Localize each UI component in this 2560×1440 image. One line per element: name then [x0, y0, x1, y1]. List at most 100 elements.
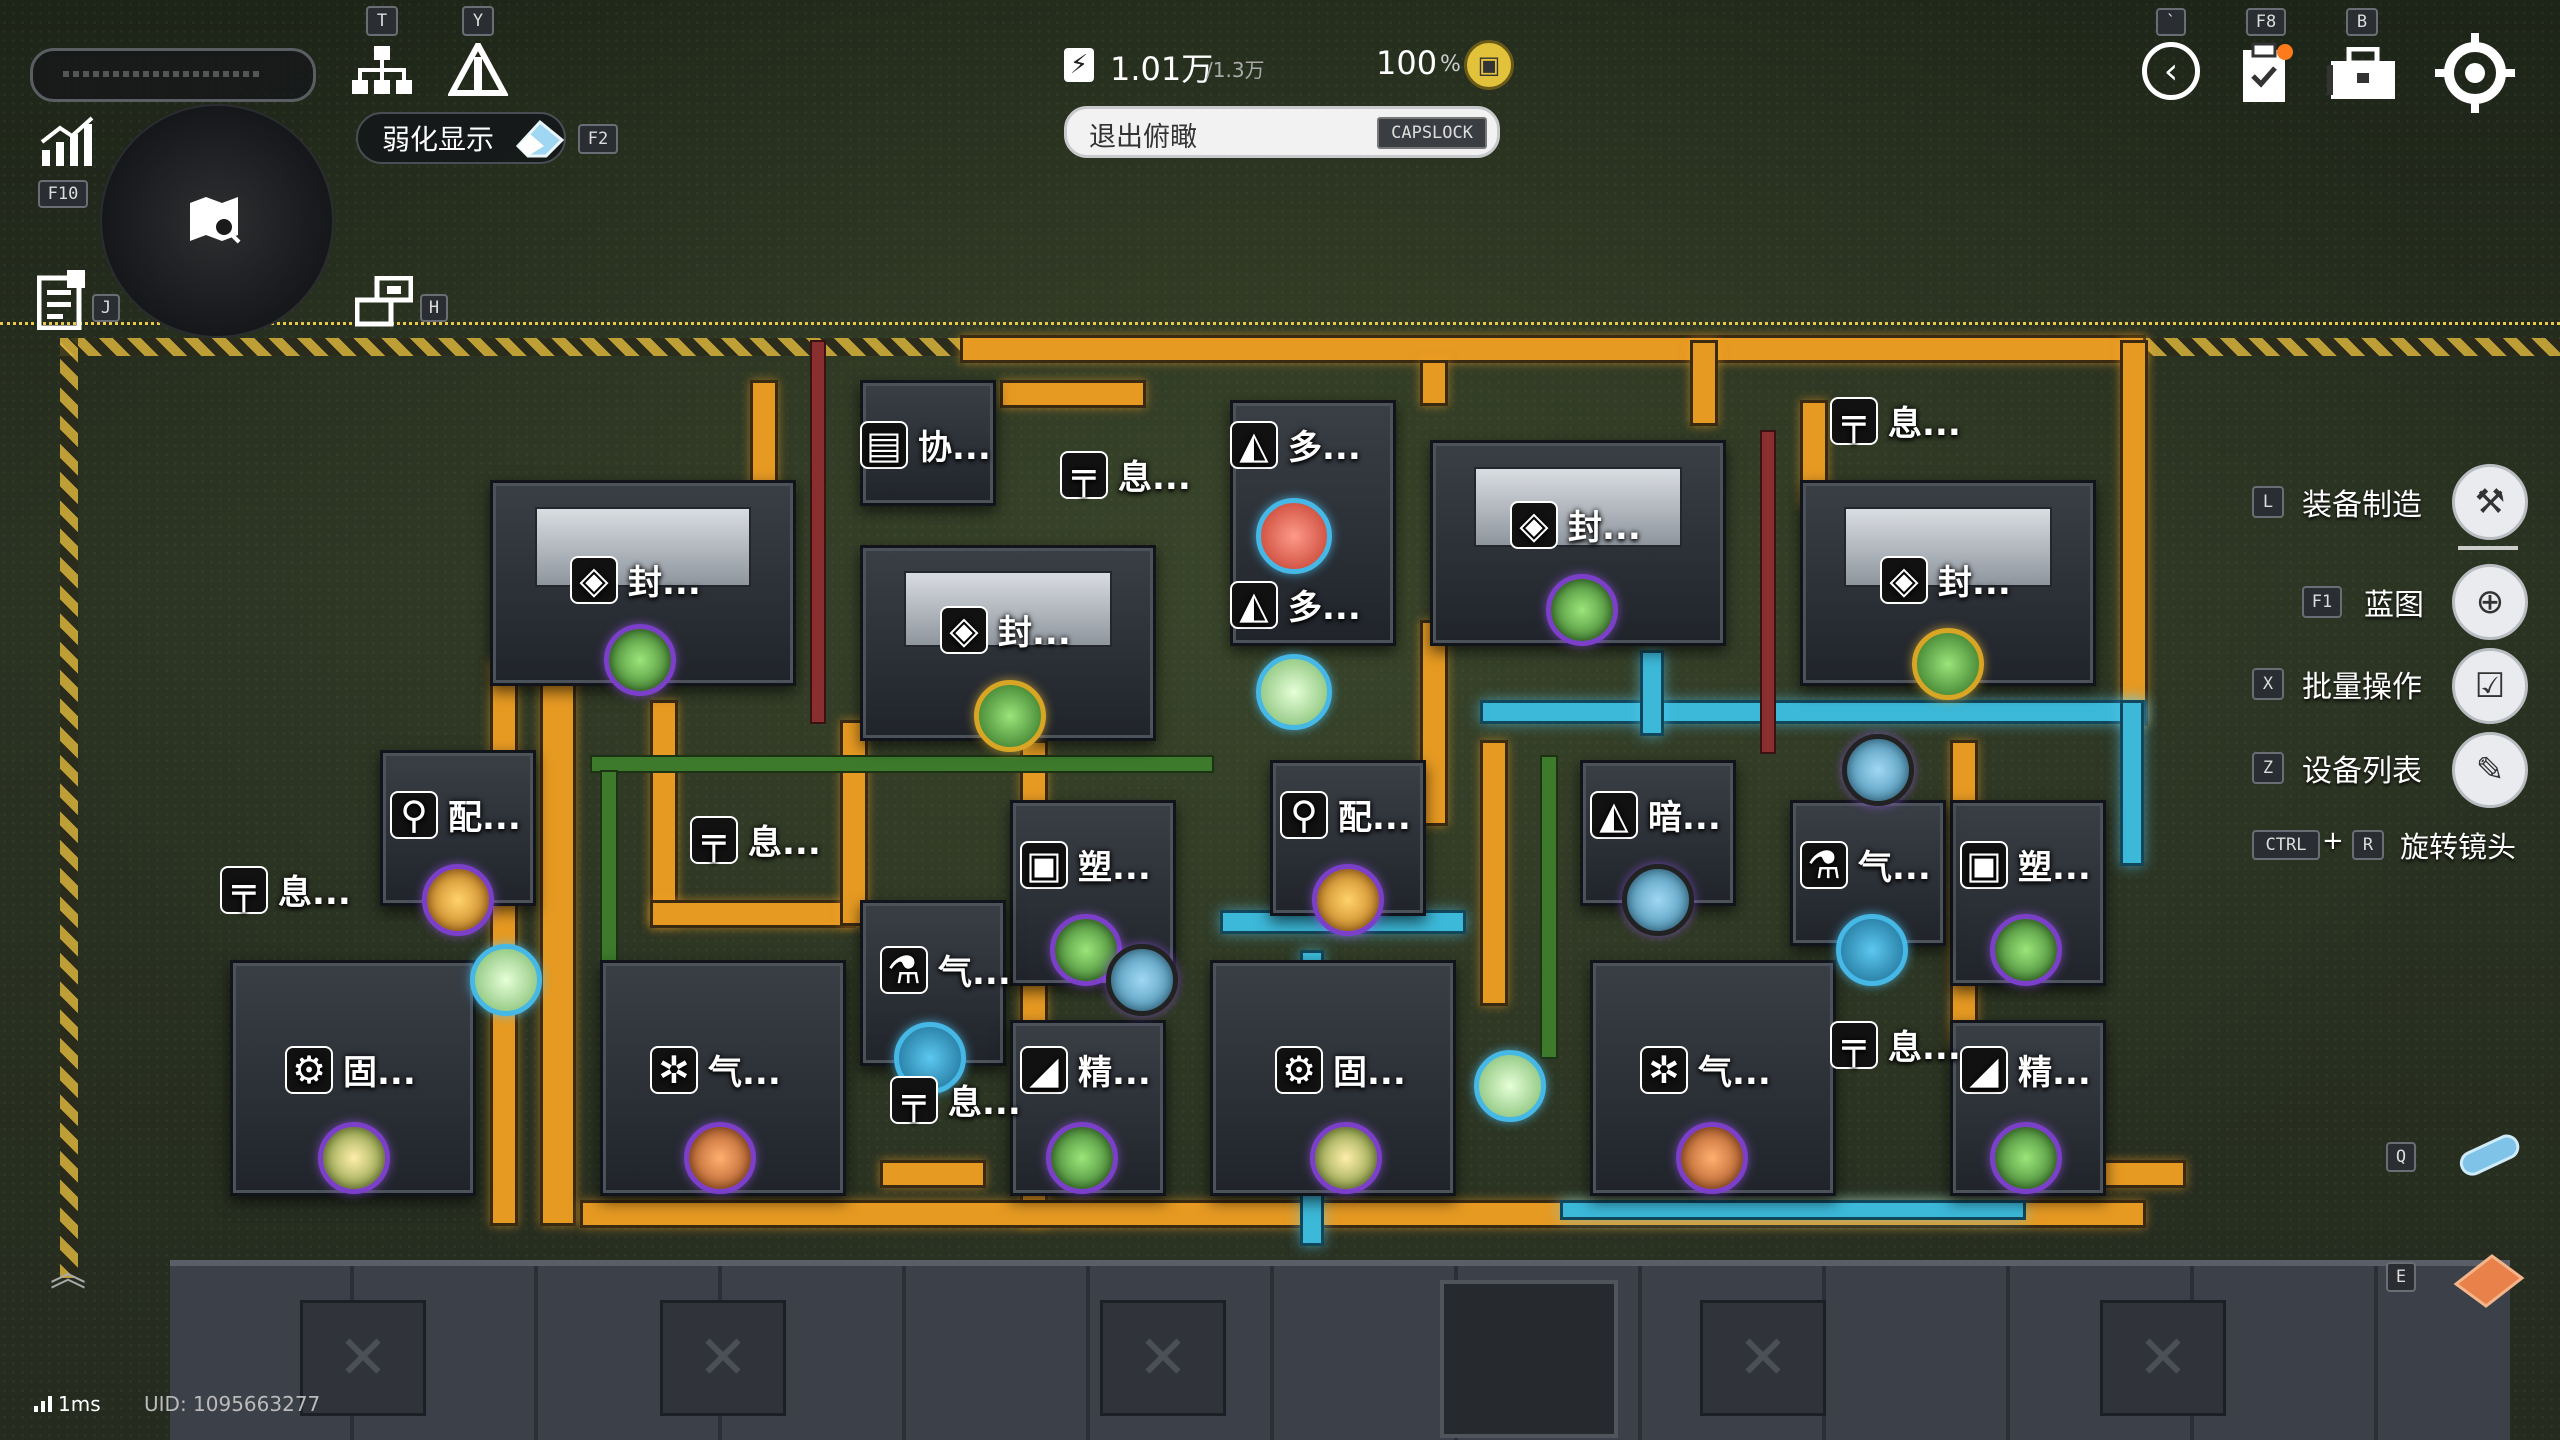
output-slot-orb[interactable] — [1474, 1050, 1546, 1122]
output-slot-orb[interactable] — [1990, 1122, 2062, 1194]
hotkey-j: J — [92, 294, 120, 322]
machine-name: 息... — [948, 1083, 1021, 1123]
machine-name: 封... — [628, 563, 701, 603]
machine-label[interactable]: ◭ 暗... — [1590, 790, 1721, 839]
map-search-icon — [186, 190, 246, 250]
task-list-icon[interactable] — [34, 268, 90, 332]
machine-icon: ⚲ — [1280, 790, 1328, 839]
back-icon[interactable]: ‹ — [2142, 42, 2200, 100]
output-slot-orb[interactable] — [684, 1122, 756, 1194]
machine-name: 精... — [2018, 1053, 2091, 1093]
machine-label[interactable]: ▤ 协... — [860, 420, 991, 469]
machine-label[interactable]: ◢ 精... — [1020, 1045, 1151, 1094]
backpack-icon[interactable] — [2326, 44, 2400, 104]
machine-label[interactable]: ◈ 封... — [1510, 500, 1641, 549]
demolish-tool-icon[interactable] — [2446, 1244, 2530, 1314]
machine-name: 塑... — [2018, 848, 2091, 888]
machine-label[interactable]: ⚗ 气... — [1800, 840, 1931, 889]
output-slot-orb[interactable] — [318, 1122, 390, 1194]
machine-label[interactable]: ▣ 塑... — [1960, 840, 2091, 889]
machine-name: 配... — [1338, 798, 1411, 838]
settings-gear-icon[interactable] — [2430, 28, 2520, 118]
machine-label[interactable]: ◈ 封... — [940, 605, 1071, 654]
collapse-up-icon[interactable]: ︽ — [50, 1244, 86, 1296]
batch-operation-icon: ☑ — [2474, 666, 2506, 706]
machine-icon: ╤ — [1830, 396, 1878, 445]
machine-label[interactable]: ⚙ 固... — [285, 1045, 416, 1094]
machine-label[interactable]: ◢ 精... — [1960, 1045, 2091, 1094]
output-slot-orb[interactable] — [1912, 628, 1984, 700]
batch-operation-button[interactable]: ☑ — [2452, 648, 2528, 724]
output-slot-orb[interactable] — [1842, 734, 1914, 806]
output-slot-orb[interactable] — [1310, 1122, 1382, 1194]
search-bar[interactable] — [30, 48, 316, 102]
machine-label[interactable]: ◭ 多... — [1230, 420, 1361, 469]
machine-icon: ⚗ — [1800, 840, 1848, 889]
conveyor-belt — [2120, 340, 2148, 726]
output-slot-orb[interactable] — [1106, 944, 1178, 1016]
output-slot-orb[interactable] — [1622, 864, 1694, 936]
machine-name: 暗... — [1648, 798, 1721, 838]
machine-icon: ╤ — [890, 1075, 938, 1124]
power-value: 1.01万 — [1110, 50, 1214, 88]
blocks-icon[interactable] — [354, 272, 414, 332]
machine-label[interactable]: ╤ 息... — [690, 815, 821, 864]
minimap[interactable] — [100, 104, 334, 338]
machine-icon: ╤ — [1060, 450, 1108, 499]
machine-icon: ▣ — [1020, 840, 1068, 889]
clipboard-task-icon[interactable] — [2236, 40, 2296, 106]
machine-label[interactable]: ✲ 气... — [650, 1045, 781, 1094]
machine-label[interactable]: ╤ 息... — [220, 865, 351, 914]
org-tree-icon[interactable] — [350, 40, 414, 104]
machine-icon: ✲ — [1640, 1045, 1688, 1094]
machine-label[interactable]: ✲ 气... — [1640, 1045, 1771, 1094]
hotkey-r: R — [2352, 830, 2384, 860]
output-slot-orb[interactable] — [1990, 914, 2062, 986]
blueprint-button[interactable]: ⊕ — [2452, 564, 2528, 640]
output-slot-orb[interactable] — [1256, 654, 1332, 730]
machine-label[interactable]: ╤ 息... — [1830, 396, 1961, 445]
output-slot-orb[interactable] — [604, 624, 676, 696]
output-slot-orb[interactable] — [1312, 864, 1384, 936]
machine-icon: ◢ — [1960, 1045, 2008, 1094]
machine-label[interactable]: ◈ 封... — [570, 555, 701, 604]
equipment-craft-label: 装备制造 — [2302, 488, 2422, 523]
output-slot-orb[interactable] — [1256, 498, 1332, 574]
output-slot-orb[interactable] — [974, 680, 1046, 752]
power-capacity: /1.3万 — [1206, 58, 1265, 82]
machine-label[interactable]: ⚲ 配... — [1280, 790, 1411, 839]
device-list-button[interactable]: ✎ — [2452, 732, 2528, 808]
stats-chart-icon[interactable] — [34, 110, 98, 174]
hotkey-x: X — [2252, 668, 2284, 700]
machine-label[interactable]: ⚲ 配... — [390, 790, 521, 839]
batch-operation-label: 批量操作 — [2302, 670, 2422, 705]
output-slot-orb[interactable] — [1046, 1122, 1118, 1194]
latency-value: 1ms — [58, 1392, 101, 1416]
output-slot-orb[interactable] — [422, 864, 494, 936]
blueprint-roll-icon[interactable] — [2450, 1128, 2530, 1184]
machine-label[interactable]: ◭ 多... — [1230, 580, 1361, 629]
exit-overview-button[interactable]: 退出俯瞰 CAPSLOCK — [1064, 106, 1500, 158]
hotkey-backtick: ` — [2156, 8, 2186, 36]
hotkey-f10: F10 — [38, 180, 88, 208]
factory-overview-map[interactable]: ▤ 协... ╤ 息... ◭ 多... ◭ 多... ╤ 息... ◈ 封... ◈ 封..… — [0, 0, 2560, 1440]
machine-name: 多... — [1288, 588, 1361, 628]
output-slot-orb[interactable] — [1546, 574, 1618, 646]
structure-icon[interactable] — [446, 40, 510, 104]
machine-label[interactable]: ▣ 塑... — [1020, 840, 1151, 889]
output-slot-orb[interactable] — [1836, 914, 1908, 986]
output-slot-orb[interactable] — [1676, 1122, 1748, 1194]
machine-name: 息... — [1888, 1028, 1961, 1068]
machine-label[interactable]: ╤ 息... — [1060, 450, 1191, 499]
equipment-craft-button[interactable]: ⚒ — [2452, 464, 2528, 540]
machine-name: 精... — [1078, 1053, 1151, 1093]
machine-label[interactable]: ╤ 息... — [1830, 1020, 1961, 1069]
conveyor-belt — [880, 1160, 986, 1188]
machine-label[interactable]: ⚗ 气... — [880, 945, 1011, 994]
machine-label[interactable]: ◈ 封... — [1880, 555, 2011, 604]
machine-name: 息... — [1118, 458, 1191, 498]
output-slot-orb[interactable] — [470, 944, 542, 1016]
machine-label[interactable]: ⚙ 固... — [1275, 1045, 1406, 1094]
storage-panel — [660, 1300, 786, 1416]
machine-label[interactable]: ╤ 息... — [890, 1075, 1021, 1124]
